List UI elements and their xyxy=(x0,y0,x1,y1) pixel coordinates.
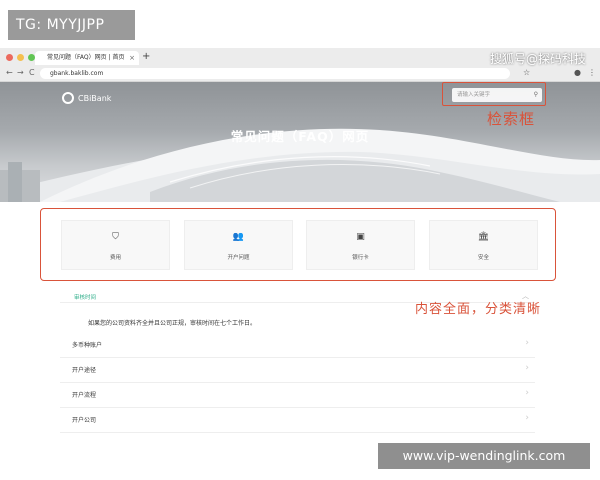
hero-banner: CBiBank 请输入关键字 ⚲ 常见问题（FAQ）网页 xyxy=(0,82,600,202)
tab-title: 常见问题（FAQ）网页 | 首页 xyxy=(47,54,125,61)
category-card-fees[interactable]: ⛉ 费用 xyxy=(61,220,170,270)
url-text: gbank.baklib.com xyxy=(50,70,104,77)
faq-answer-text: 如果您的公司资料齐全并且公司正规，审核时间在七个工作日。 xyxy=(88,320,257,327)
search-highlight-box xyxy=(442,82,546,106)
logo-text: CBiBank xyxy=(78,93,112,103)
minimize-window-button[interactable] xyxy=(17,54,24,61)
nav-row: ← → C gbank.baklib.com xyxy=(0,66,600,82)
category-label: 开户问题 xyxy=(227,255,250,261)
faq-row-label: 开户途径 xyxy=(72,367,97,374)
profile-icon[interactable]: ● xyxy=(574,68,581,77)
site-logo[interactable]: CBiBank xyxy=(62,92,111,104)
faq-row-label: 开户流程 xyxy=(72,392,97,399)
faq-row[interactable]: 多币种账户 › xyxy=(60,333,535,358)
users-icon: 👥 xyxy=(232,232,245,242)
faq-row-label: 开户公司 xyxy=(72,417,97,424)
category-card-account-opening[interactable]: 👥 开户问题 xyxy=(184,220,293,270)
browser-menu-icon[interactable]: ⋮ xyxy=(588,68,596,77)
category-label: 银行卡 xyxy=(352,255,369,261)
categories-annotation: 内容全面，分类清晰 xyxy=(415,302,542,317)
bank-icon: 🏛 xyxy=(477,232,490,242)
forward-icon[interactable]: → xyxy=(17,68,24,77)
category-label: 安全 xyxy=(477,255,489,261)
faq-section-title[interactable]: 审核时间 xyxy=(74,293,96,301)
watermark-text: 搜狐号@探码科技 xyxy=(489,52,586,66)
close-tab-icon[interactable]: × xyxy=(129,51,135,65)
faq-row[interactable]: 开户流程 › xyxy=(60,383,535,408)
category-card-security[interactable]: 🏛 安全 xyxy=(429,220,538,270)
close-window-button[interactable] xyxy=(6,54,13,61)
chevron-right-icon: › xyxy=(525,338,529,348)
chevron-right-icon: › xyxy=(525,388,529,398)
tag-icon: ⛉ xyxy=(112,232,119,242)
search-annotation: 检索框 xyxy=(487,110,536,128)
card-icon: ▣ xyxy=(356,232,365,242)
reload-icon[interactable]: C xyxy=(29,68,35,77)
logo-mark-icon xyxy=(62,92,74,104)
screenshot-frame: 常见问题（FAQ）网页 | 首页 × + ← → C gbank.baklib.… xyxy=(0,0,600,480)
tg-tag: TG: MYYJJPP xyxy=(8,10,135,40)
browser-tab[interactable]: 常见问题（FAQ）网页 | 首页 × xyxy=(35,51,139,65)
faq-row[interactable]: 开户公司 › xyxy=(60,408,535,433)
new-tab-button[interactable]: + xyxy=(142,51,150,63)
faq-row[interactable]: 开户途径 › xyxy=(60,358,535,383)
back-icon[interactable]: ← xyxy=(6,68,13,77)
url-watermark: www.vip-wendinglink.com xyxy=(378,443,590,469)
bookmark-star-icon[interactable]: ☆ xyxy=(523,68,530,77)
maximize-window-button[interactable] xyxy=(28,54,35,61)
category-card-bank-card[interactable]: ▣ 银行卡 xyxy=(306,220,415,270)
category-label: 费用 xyxy=(109,255,121,261)
faq-row-label: 多币种账户 xyxy=(72,342,103,349)
window-controls xyxy=(6,54,35,61)
chevron-right-icon: › xyxy=(525,363,529,373)
chevron-right-icon: › xyxy=(525,413,529,423)
address-bar[interactable]: gbank.baklib.com xyxy=(40,68,510,79)
